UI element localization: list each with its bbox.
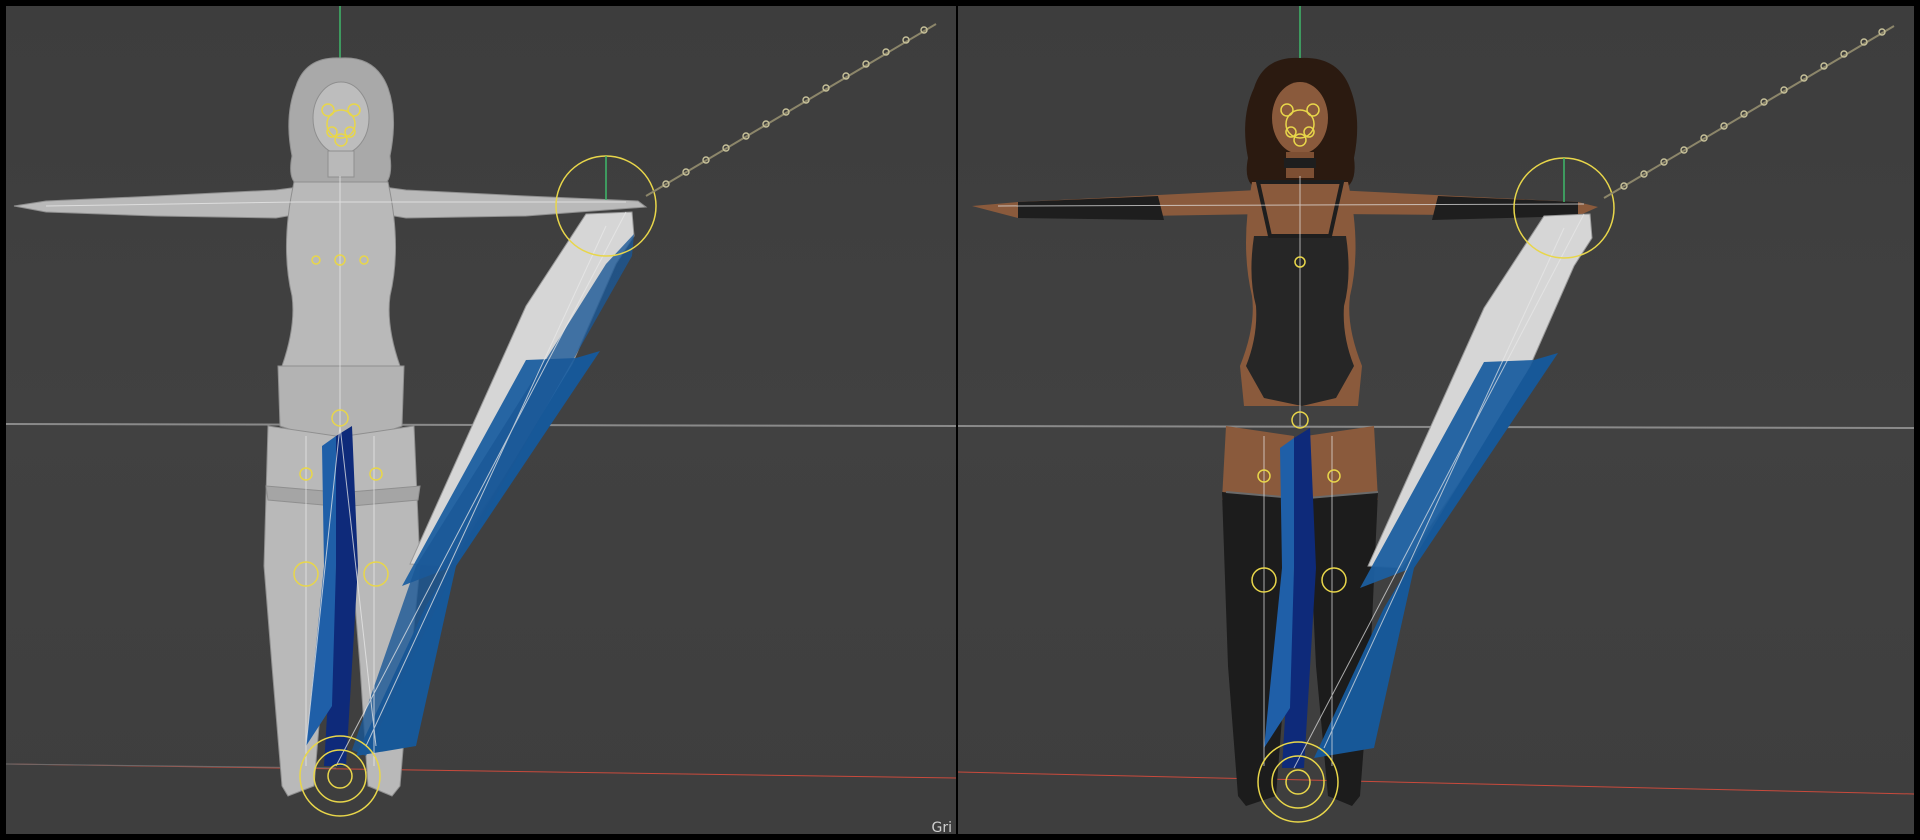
viewport-corner-label: Gri [931, 820, 953, 834]
ik-chain-icon[interactable] [645, 23, 937, 197]
viewport-right-scene[interactable] [958, 6, 1914, 834]
viewport-right[interactable] [958, 6, 1914, 834]
x-axis-line [958, 771, 1914, 795]
viewport-left-scene[interactable] [6, 6, 956, 834]
viewport-left[interactable]: Gri [6, 6, 956, 834]
app-frame: Gri [0, 0, 1920, 840]
ik-chain-icon[interactable] [1603, 25, 1895, 199]
